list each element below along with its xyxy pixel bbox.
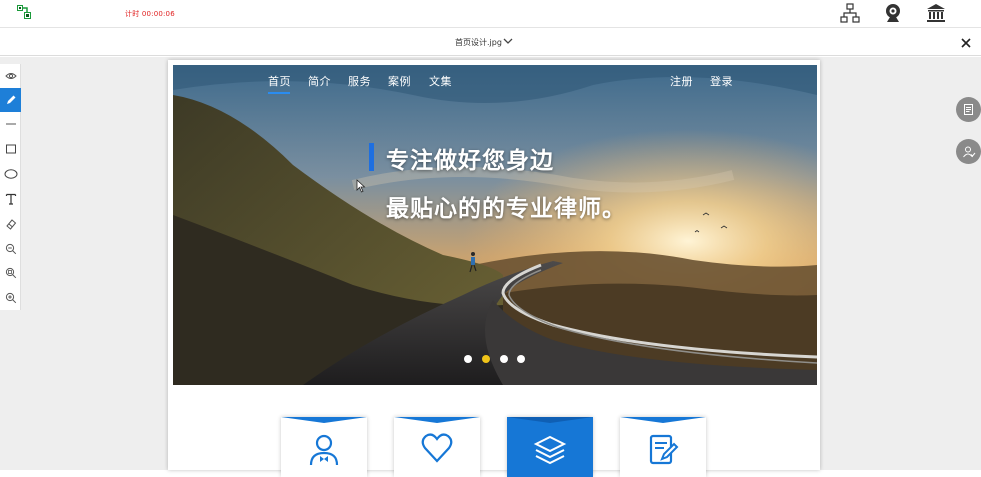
carousel-dot[interactable] bbox=[500, 355, 508, 363]
tool-zoom-reset[interactable] bbox=[0, 261, 21, 285]
eraser-icon bbox=[5, 219, 16, 230]
tool-pencil[interactable] bbox=[0, 88, 21, 112]
session-timer: 计时 00:00:06 bbox=[125, 10, 175, 18]
card-ribbon bbox=[281, 417, 367, 423]
headline-accent-bar bbox=[369, 143, 374, 171]
hero-headline-line2: 最贴心的的专业律师。 bbox=[386, 196, 626, 222]
nav-cases[interactable]: 案例 bbox=[388, 73, 411, 89]
user-check-icon bbox=[962, 146, 975, 157]
zoom-in-icon bbox=[5, 292, 16, 304]
text-icon bbox=[5, 193, 16, 205]
nav-register[interactable]: 注册 bbox=[670, 73, 693, 89]
app-logo-icon[interactable] bbox=[15, 3, 33, 21]
nav-articles[interactable]: 文集 bbox=[429, 73, 452, 89]
tool-eye[interactable] bbox=[0, 64, 21, 88]
mouse-cursor-icon bbox=[356, 179, 366, 193]
grader-button[interactable] bbox=[956, 139, 981, 164]
nav-services[interactable]: 服务 bbox=[348, 73, 371, 89]
line-icon bbox=[5, 123, 16, 125]
file-name[interactable]: 首页设计.jpg bbox=[455, 37, 502, 48]
hero-landscape-image bbox=[173, 65, 817, 385]
service-card-layers[interactable] bbox=[507, 417, 593, 477]
document-edit-icon bbox=[649, 434, 679, 465]
notes-button[interactable] bbox=[956, 97, 981, 122]
user-tie-icon bbox=[309, 434, 339, 465]
zoom-reset-icon bbox=[5, 267, 16, 279]
file-title-bar: 首页设计.jpg bbox=[0, 30, 981, 56]
nav-intro[interactable]: 简介 bbox=[308, 73, 331, 89]
nav-login[interactable]: 登录 bbox=[710, 73, 733, 89]
carousel-dot[interactable] bbox=[464, 355, 472, 363]
carousel-dot[interactable] bbox=[517, 355, 525, 363]
tool-zoom-out[interactable] bbox=[0, 237, 21, 261]
document-icon bbox=[964, 104, 973, 115]
hero-headline-line1: 专注做好您身边 bbox=[386, 148, 554, 174]
card-ribbon bbox=[507, 417, 593, 423]
bank-icon[interactable] bbox=[925, 2, 947, 24]
nav-home[interactable]: 首页 bbox=[268, 73, 291, 89]
top-toolbar: 计时 00:00:06 bbox=[0, 0, 981, 28]
sitemap-icon[interactable] bbox=[839, 2, 861, 24]
rectangle-icon bbox=[5, 144, 16, 154]
service-card-care[interactable] bbox=[394, 417, 480, 477]
ellipse-icon bbox=[4, 169, 17, 179]
design-image: 首页 简介 服务 案例 文集 注册 登录 专注做好您身边 最贴心的的专业律师。 bbox=[168, 60, 820, 477]
chevron-down-icon[interactable] bbox=[503, 36, 513, 46]
tool-zoom-in[interactable] bbox=[0, 286, 21, 310]
tool-ellipse[interactable] bbox=[0, 162, 21, 186]
webcam-icon[interactable] bbox=[882, 2, 904, 24]
carousel-dot-active[interactable] bbox=[482, 355, 490, 363]
pencil-icon bbox=[6, 95, 15, 104]
annotation-toolbar bbox=[0, 64, 21, 310]
card-ribbon bbox=[394, 417, 480, 423]
layers-icon bbox=[533, 435, 567, 465]
tool-rectangle[interactable] bbox=[0, 137, 21, 161]
zoom-out-icon bbox=[5, 243, 16, 255]
eye-icon bbox=[4, 73, 17, 79]
heart-icon bbox=[421, 433, 453, 463]
hero-banner: 首页 简介 服务 案例 文集 注册 登录 专注做好您身边 最贴心的的专业律师。 bbox=[173, 65, 817, 385]
card-ribbon bbox=[620, 417, 706, 423]
nav-active-underline bbox=[268, 92, 290, 94]
close-icon[interactable] bbox=[959, 36, 973, 50]
tool-text[interactable] bbox=[0, 187, 21, 211]
tool-eraser[interactable] bbox=[0, 212, 21, 236]
service-card-consultant[interactable] bbox=[281, 417, 367, 477]
tool-line[interactable] bbox=[0, 112, 21, 136]
service-card-documents[interactable] bbox=[620, 417, 706, 477]
